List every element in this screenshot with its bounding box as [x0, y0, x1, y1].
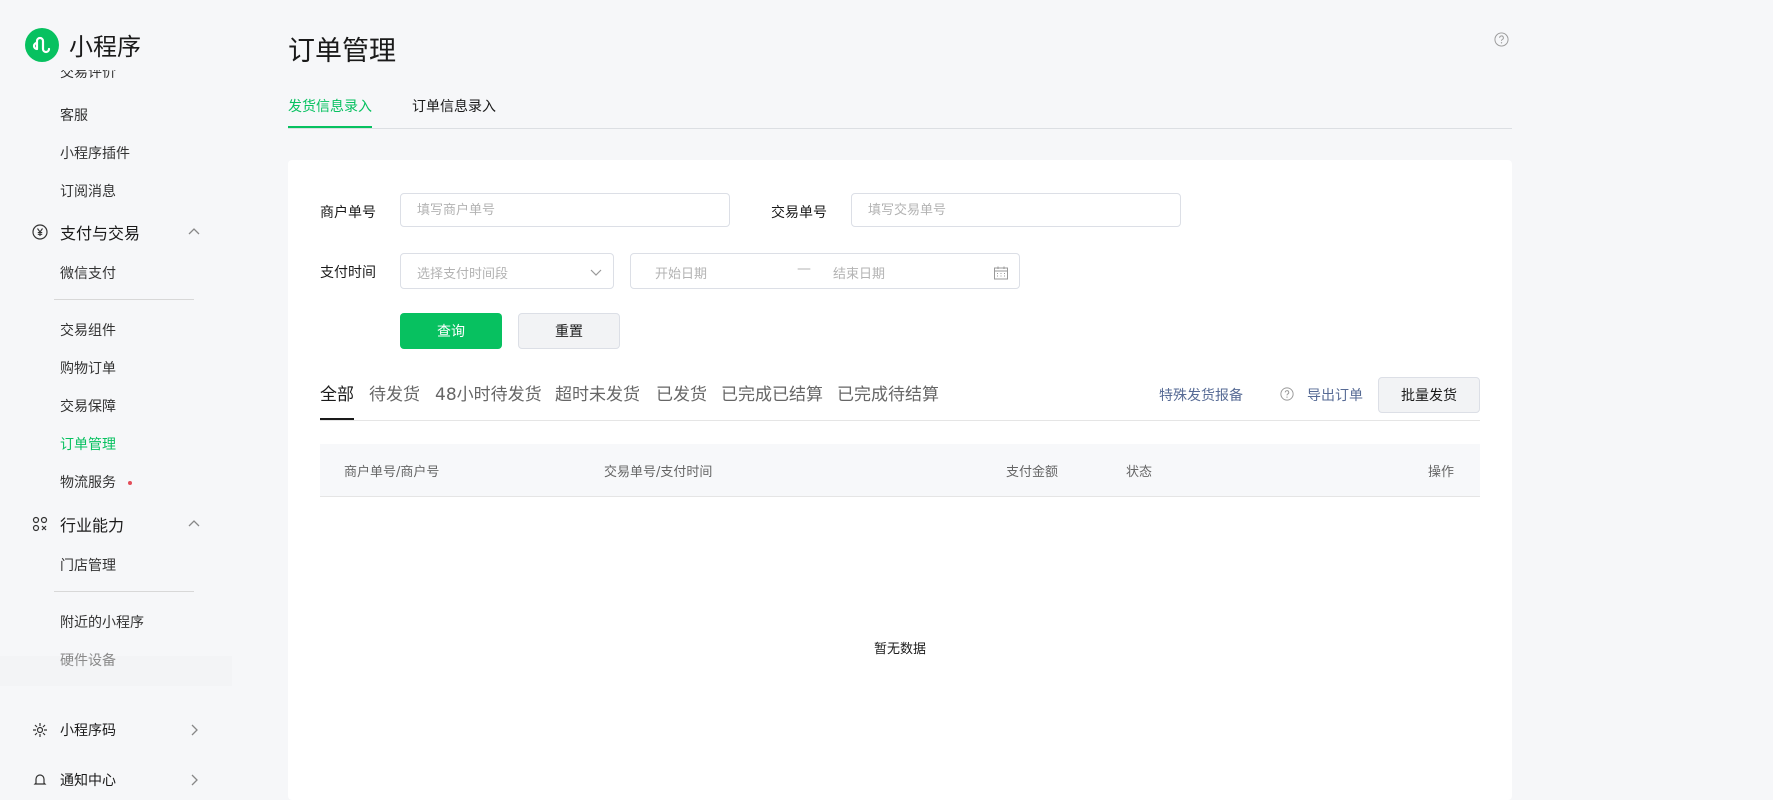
app-logo[interactable]: 小程序: [25, 27, 141, 62]
sidebar-item-customer-service[interactable]: 客服: [60, 105, 88, 125]
status-tab-overdue[interactable]: 超时未发货: [555, 380, 640, 405]
tab-shipping-entry[interactable]: 发货信息录入: [288, 96, 372, 116]
notification-dot: [128, 481, 132, 485]
date-range-picker[interactable]: 开始日期 — 结束日期: [630, 253, 1020, 289]
sidebar-group-label: 通知中心: [60, 773, 116, 789]
column-actions: 操作: [1428, 465, 1455, 480]
sidebar-item-hardware[interactable]: 硬件设备: [60, 650, 116, 670]
sidebar-item-wechat-pay[interactable]: 微信支付: [60, 263, 116, 283]
status-tab-shipped[interactable]: 已发货: [656, 380, 707, 405]
tab-order-entry[interactable]: 订单信息录入: [412, 96, 496, 116]
batch-ship-button[interactable]: 批量发货: [1378, 377, 1480, 413]
column-amount: 支付金额: [1006, 465, 1059, 480]
help-icon[interactable]: [1280, 387, 1294, 401]
sidebar-group-industry[interactable]: 行业能力: [30, 512, 202, 536]
chevron-up-icon: [188, 228, 200, 235]
sidebar-item-logistics[interactable]: 物流服务: [60, 472, 132, 492]
sidebar-item-store-management[interactable]: 门店管理: [60, 555, 116, 575]
trade-no-input[interactable]: [851, 193, 1181, 227]
column-trade: 交易单号/支付时间: [604, 465, 713, 480]
order-card: 商户单号 交易单号 支付时间 选择支付时间段 开始日期 — 结束日期 查询 重置…: [288, 160, 1512, 800]
empty-state: 暂无数据: [873, 642, 926, 657]
merchant-no-label: 商户单号: [320, 205, 376, 221]
sidebar-hover-band: [0, 656, 232, 686]
industry-icon: [30, 514, 50, 534]
status-tab-active-indicator: [320, 418, 354, 420]
sidebar-group-label: 支付与交易: [60, 224, 141, 243]
sidebar-item-shopping-orders[interactable]: 购物订单: [60, 358, 116, 378]
page-title: 订单管理: [288, 36, 396, 67]
status-tab-all[interactable]: 全部: [320, 380, 354, 405]
sidebar-group-label: 小程序码: [60, 723, 116, 739]
status-tab-48h-pending[interactable]: 48小时待发货: [435, 380, 542, 405]
sidebar-divider: [54, 591, 194, 592]
app-name: 小程序: [69, 33, 141, 61]
chevron-up-icon: [188, 520, 200, 527]
sidebar-item-nearby[interactable]: 附近的小程序: [60, 612, 144, 632]
status-tabs: 全部 待发货 48小时待发货 超时未发货 已发货 已完成已结算 已完成待结算: [320, 380, 1480, 421]
sidebar-group-payment[interactable]: 支付与交易: [30, 220, 202, 244]
tab-active-indicator: [288, 126, 372, 128]
qrcode-sun-icon: [30, 720, 50, 740]
status-tab-pending[interactable]: 待发货: [369, 380, 420, 405]
chevron-down-icon: [590, 269, 602, 276]
end-date-input[interactable]: 结束日期: [833, 263, 885, 282]
sidebar-group-label: 行业能力: [60, 516, 125, 535]
start-date-input[interactable]: 开始日期: [655, 263, 707, 282]
column-status: 状态: [1126, 465, 1153, 480]
yuan-icon: [30, 222, 50, 242]
sidebar-item-subscription[interactable]: 订阅消息: [60, 181, 116, 201]
query-button[interactable]: 查询: [400, 313, 502, 349]
sidebar-item-plugins[interactable]: 小程序插件: [60, 143, 130, 163]
sidebar-divider: [54, 299, 194, 300]
chevron-right-icon: [191, 724, 198, 736]
sidebar-item-partial[interactable]: 交易评价: [60, 70, 116, 80]
bell-icon: [30, 770, 50, 790]
range-separator: —: [797, 261, 811, 277]
export-orders-link[interactable]: 导出订单: [1307, 385, 1363, 405]
special-report-link[interactable]: 特殊发货报备: [1159, 385, 1243, 405]
pay-time-select[interactable]: 选择支付时间段: [400, 253, 614, 289]
sidebar-item-trade-component[interactable]: 交易组件: [60, 320, 116, 340]
sidebar: 小程序 交易评价 客服 小程序插件 订阅消息 支付与交易 微信支付 交易组件 购…: [0, 0, 232, 789]
sidebar-group-notify[interactable]: 通知中心: [30, 770, 202, 790]
sidebar-item-label: 物流服务: [60, 475, 116, 491]
page-tabs: 发货信息录入 订单信息录入: [288, 96, 1512, 129]
sidebar-item-order-management[interactable]: 订单管理: [60, 434, 116, 454]
trade-no-label: 交易单号: [771, 205, 827, 221]
calendar-icon: [994, 266, 1008, 280]
help-icon[interactable]: [1494, 32, 1509, 47]
status-tab-done-unsettled[interactable]: 已完成待结算: [837, 380, 939, 405]
merchant-no-input[interactable]: [400, 193, 730, 227]
reset-button[interactable]: 重置: [518, 313, 620, 349]
sidebar-item-trade-guarantee[interactable]: 交易保障: [60, 396, 116, 416]
column-merchant: 商户单号/商户号: [344, 465, 440, 480]
pay-time-label: 支付时间: [320, 265, 376, 281]
sidebar-group-qrcode[interactable]: 小程序码: [30, 720, 202, 740]
table-header: 商户单号/商户号 交易单号/支付时间 支付金额 状态 操作: [320, 444, 1480, 497]
miniprogram-logo-icon: [25, 27, 59, 62]
chevron-right-icon: [191, 774, 198, 786]
select-placeholder: 选择支付时间段: [417, 267, 509, 282]
status-tab-done-settled[interactable]: 已完成已结算: [721, 380, 823, 405]
